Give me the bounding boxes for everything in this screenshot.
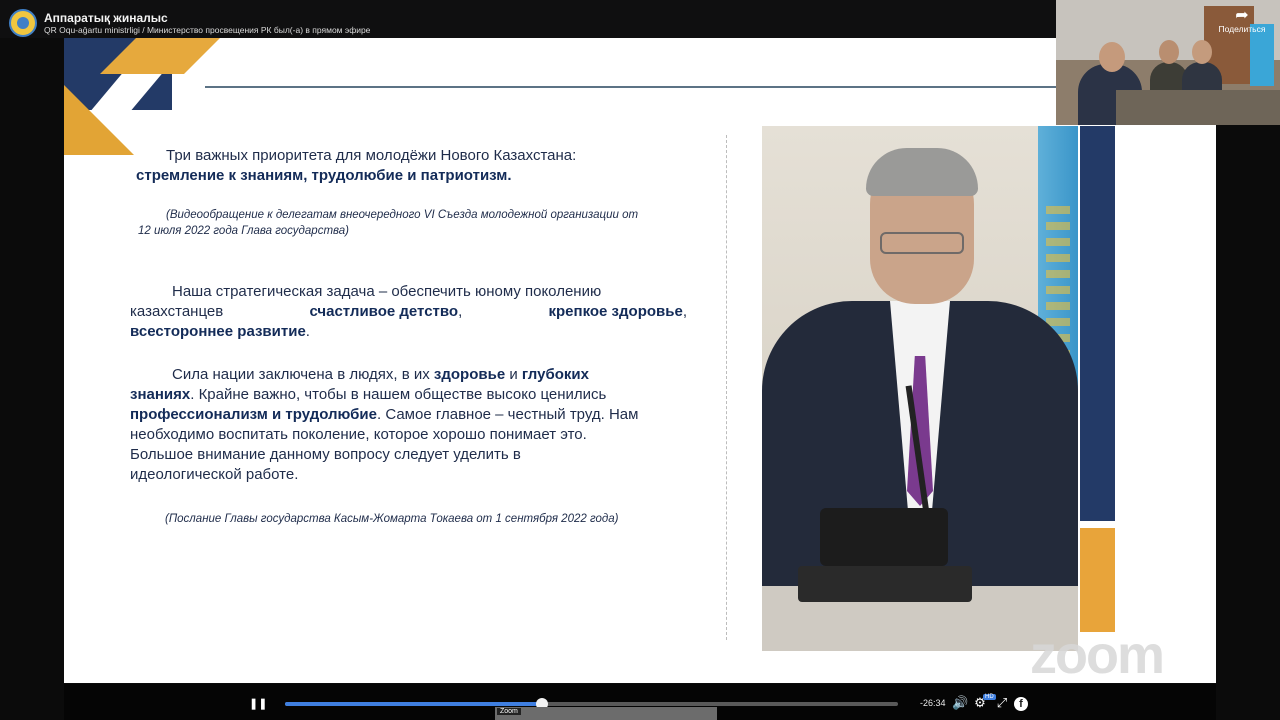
para3-line2: знаниях. Крайне важно, чтобы в нашем общ… xyxy=(130,385,689,405)
para3-emph-health: здоровье xyxy=(433,366,506,383)
paragraph-strategy: Наша стратегическая задача – обеспечить … xyxy=(130,282,687,342)
para3-text-a: Сила нации заключена в людях, в их xyxy=(172,366,430,383)
para3-emph-knowledge: знаниях xyxy=(130,386,191,403)
video-table xyxy=(1116,90,1280,125)
zoom-watermark: zoom xyxy=(1030,625,1165,685)
para2-emph-b: крепкое здоровье, xyxy=(548,303,687,320)
speaker-photo xyxy=(762,126,1078,651)
microphone-screen xyxy=(820,508,948,566)
share-arrow-icon[interactable]: ➦ xyxy=(1212,8,1272,24)
para3-line6: идеологической работе. xyxy=(130,466,299,483)
para3-line1: Сила нации заключена в людях, в их здоро… xyxy=(130,365,689,385)
quote1-citation-line2: 12 июля 2022 года Глава государства) xyxy=(138,225,349,237)
quote1-keywords: стремление к знаниям, трудолюбие и патри… xyxy=(136,167,512,184)
time-remaining: -26:34 xyxy=(920,698,946,708)
stream-header: Аппаратық жиналыс QR Oqu-ağartu ministrl… xyxy=(0,0,1056,38)
slide-decor-orange-bar xyxy=(1080,528,1115,632)
seek-preview-label: Zoom xyxy=(497,708,521,715)
slide-decor-orange-triangle xyxy=(64,85,134,155)
paragraph-nation: Сила нации заключена в людях, в их здоро… xyxy=(130,365,689,485)
participant-2-head xyxy=(1159,40,1179,64)
quote1: Три важных приоритета для молодёжи Новог… xyxy=(136,146,711,186)
progress-fill xyxy=(285,702,543,706)
quote1-line2: стремление к знаниям, трудолюбие и патри… xyxy=(136,166,711,186)
quote1-citation: (Видеообращение к делегатам внеочередног… xyxy=(138,207,713,239)
para3-text-d: . Самое главное – честный труд. Нам xyxy=(376,406,639,423)
para3-emph-deep: глубоких xyxy=(521,366,589,383)
para3-emph-professionalism: профессионализм и трудолюбие xyxy=(130,406,377,423)
slide-decor-blue-bar xyxy=(1080,126,1115,521)
progress-track[interactable] xyxy=(285,698,898,710)
para3-line3: профессионализм и трудолюбие. Самое глав… xyxy=(130,405,689,425)
para2-word: казахстанцев xyxy=(130,303,224,320)
para2-emph-development: всестороннее развитие xyxy=(130,323,306,340)
seek-preview-thumbnail xyxy=(495,707,717,720)
share-label[interactable]: Поделиться xyxy=(1212,24,1272,34)
channel-logo-icon[interactable] xyxy=(9,9,37,37)
participant-1-head xyxy=(1099,42,1125,72)
microphone-base xyxy=(798,566,972,602)
quote2-citation: (Послание Главы государства Касым-Жомарт… xyxy=(165,513,619,525)
hd-badge: HD xyxy=(983,694,996,700)
para3-line4: необходимо воспитать поколение, которое … xyxy=(130,426,587,443)
pause-icon[interactable]: ❚❚ xyxy=(249,697,267,711)
slide-header-line xyxy=(205,86,1056,88)
channel-title[interactable]: Аппаратық жиналыс xyxy=(44,11,168,25)
para2-emph-childhood: счастливое детство xyxy=(309,303,459,320)
para2-emph-a: счастливое детство, xyxy=(309,303,463,320)
para3-text-c: . Крайне важно, чтобы в нашем обществе в… xyxy=(190,386,607,403)
fullscreen-icon[interactable]: ⤢ xyxy=(995,696,1009,710)
para3-text-b: и xyxy=(509,366,518,383)
volume-icon[interactable]: 🔊 xyxy=(952,696,968,710)
speaker-hair xyxy=(866,148,978,196)
share-button[interactable]: ➦ Поделиться xyxy=(1212,8,1272,35)
para2-emph-health: крепкое здоровье xyxy=(548,303,683,320)
channel-subtitle: QR Oqu-ağartu ministrligi / Министерство… xyxy=(44,25,371,35)
speaker-glasses xyxy=(880,232,964,254)
facebook-icon[interactable]: f xyxy=(1014,697,1028,711)
para3-line5: Большое внимание данному вопросу следует… xyxy=(130,446,521,463)
para2-line3: всестороннее развитие. xyxy=(130,323,310,340)
para2-line1: Наша стратегическая задача – обеспечить … xyxy=(172,283,602,300)
quote1-citation-line1: (Видеообращение к делегатам внеочередног… xyxy=(166,209,639,221)
quote1-line1: Три важных приоритета для молодёжи Новог… xyxy=(166,147,577,164)
para2-line2: казахстанцев счастливое детство, крепкое… xyxy=(130,302,687,322)
participant-3-head xyxy=(1192,40,1212,64)
slide-divider xyxy=(726,135,727,640)
